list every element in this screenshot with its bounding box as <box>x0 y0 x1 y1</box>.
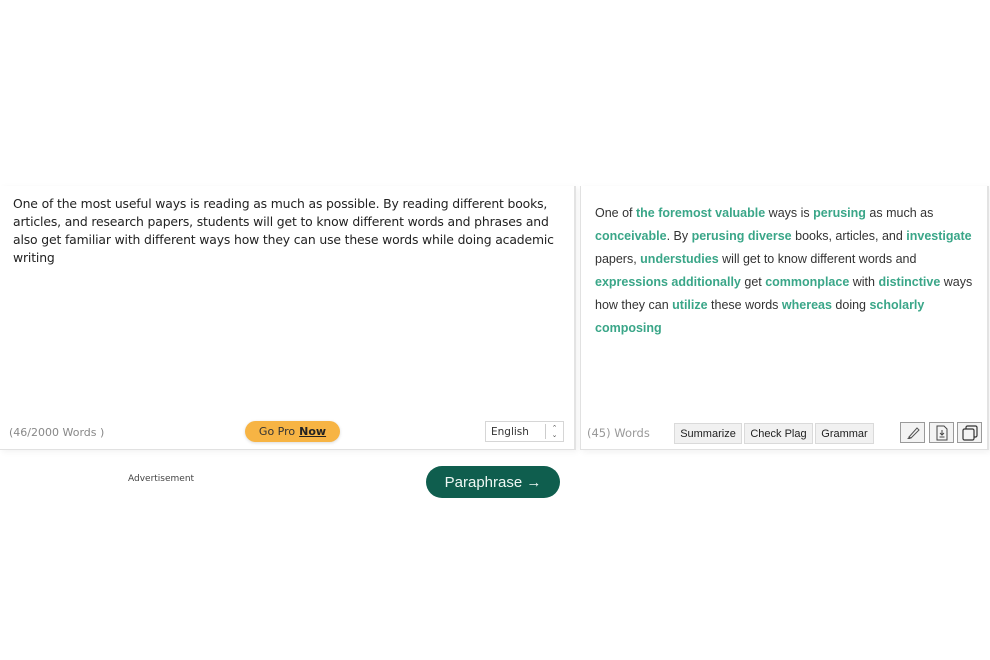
unchanged-text: get <box>740 275 766 289</box>
copy-button[interactable] <box>957 422 982 443</box>
unchanged-text: . By <box>666 229 692 243</box>
paraphrase-button[interactable]: Paraphrase → <box>426 466 560 498</box>
changed-word[interactable]: commonplace <box>765 275 849 289</box>
changed-word[interactable]: expressions additionally <box>595 275 741 289</box>
input-panel: One of the most useful ways is reading a… <box>0 186 576 450</box>
input-textarea[interactable]: One of the most useful ways is reading a… <box>13 195 563 267</box>
changed-word[interactable]: perusing diverse <box>692 229 792 243</box>
changed-word[interactable]: understudies <box>640 252 719 266</box>
output-word-count: (45) Words <box>587 426 650 440</box>
unchanged-text: these words <box>707 298 782 312</box>
unchanged-text: with <box>849 275 879 289</box>
go-pro-now-link[interactable]: Now <box>299 425 326 438</box>
changed-word[interactable]: conceivable <box>595 229 667 243</box>
select-arrows-icon: ⌃ ⌄ <box>545 424 563 439</box>
language-select[interactable]: English ⌃ ⌄ <box>485 421 564 442</box>
changed-word[interactable]: the foremost valuable <box>636 206 765 220</box>
advertisement-label: Advertisement <box>128 474 195 484</box>
unchanged-text: books, articles, and <box>791 229 907 243</box>
go-pro-label: Go Pro <box>258 425 296 438</box>
highlighter-icon <box>906 426 920 439</box>
unchanged-text: as much as <box>865 206 934 220</box>
copy-icon <box>961 424 978 441</box>
download-button[interactable] <box>929 422 954 443</box>
download-icon <box>936 425 947 440</box>
highlight-button[interactable] <box>900 422 925 443</box>
unchanged-text: ways is <box>765 206 814 220</box>
output-panel: One of the foremost valuable ways is per… <box>580 186 989 450</box>
unchanged-text: papers, <box>595 252 641 266</box>
output-footer: (45) Words Summarize Check Plag Grammar <box>581 420 990 448</box>
changed-word[interactable]: investigate <box>906 229 971 243</box>
chevron-down-icon: ⌄ <box>551 430 558 439</box>
check-plag-button[interactable]: Check Plag <box>744 423 813 444</box>
unchanged-text: doing <box>831 298 870 312</box>
go-pro-button[interactable]: Go Pro Now <box>245 421 340 442</box>
unchanged-text: will get to know different words and <box>718 252 917 266</box>
input-footer: (46/2000 Words ) Go Pro Now English ⌃ ⌄ <box>0 420 576 448</box>
unchanged-text: One of <box>595 206 636 220</box>
input-word-count: (46/2000 Words ) <box>9 426 105 439</box>
language-selected: English <box>491 425 529 438</box>
output-text: One of the foremost valuable ways is per… <box>595 202 975 340</box>
changed-word[interactable]: perusing <box>813 206 866 220</box>
changed-word[interactable]: whereas <box>782 298 832 312</box>
changed-word[interactable]: distinctive <box>878 275 940 289</box>
changed-word[interactable]: utilize <box>672 298 707 312</box>
grammar-button[interactable]: Grammar <box>815 423 874 444</box>
summarize-button[interactable]: Summarize <box>674 423 742 444</box>
